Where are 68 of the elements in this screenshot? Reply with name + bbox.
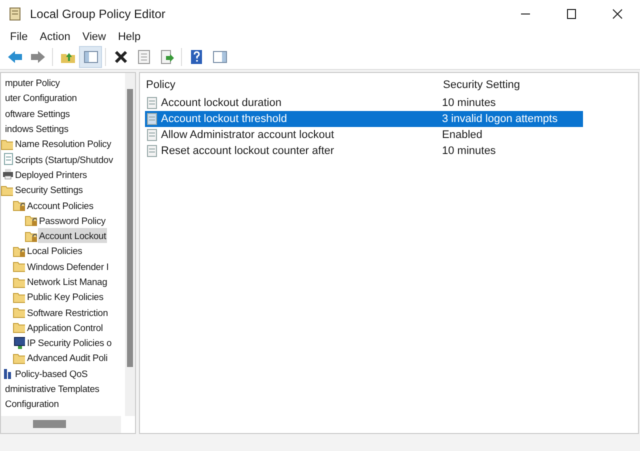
policy-document-icon (145, 112, 159, 126)
tree-item[interactable]: Local Policies (26, 243, 84, 258)
lock-folder-icon (13, 198, 25, 212)
sheet-icon (136, 49, 152, 65)
policy-row[interactable]: Account lockout duration 10 minutes (145, 95, 583, 111)
policy-name: Allow Administrator account lockout (161, 129, 334, 141)
security-setting: 3 invalid logon attempts (442, 113, 559, 125)
policy-row[interactable]: Account lockout threshold 3 invalid logon attempts (145, 111, 583, 127)
tree-item[interactable]: mputer Policy (4, 75, 61, 90)
tree-item[interactable]: Account Lockout (38, 228, 108, 244)
close-icon (612, 9, 622, 19)
scrollbar-thumb[interactable] (33, 420, 66, 428)
tree-item[interactable]: Public Key Policies (26, 289, 104, 304)
menu-item[interactable]: File (4, 30, 34, 42)
tree-item[interactable]: Network List Manag (26, 274, 108, 289)
tree-item[interactable]: Software Restriction (26, 304, 109, 320)
menu-item[interactable]: Help (112, 30, 147, 42)
tree-item[interactable]: Name Resolution Policy (14, 136, 112, 152)
tree-item[interactable]: Policy-based QoS (14, 366, 89, 381)
tree-item[interactable]: Account Policies (26, 198, 94, 213)
monitor-icon (13, 336, 25, 350)
vertical-scrollbar[interactable] (125, 73, 135, 416)
tree-item[interactable]: uter Configuration (4, 90, 78, 106)
policy-name: Reset account lockout counter after (161, 145, 334, 157)
menu-item[interactable]: View (76, 30, 112, 42)
tree-item[interactable]: Windows Defender I (26, 258, 110, 274)
tree-item[interactable]: Advanced Audit Poli (26, 350, 109, 366)
policy-document-icon (145, 144, 159, 158)
window-title: Local Group Policy Editor (30, 7, 166, 21)
delete-icon (112, 49, 128, 65)
policy-document-icon (145, 96, 159, 110)
policy-document-icon (145, 128, 159, 142)
tree-item[interactable]: indows Settings (4, 121, 70, 136)
panel-icon (82, 49, 98, 65)
column-header[interactable]: Policy (140, 79, 437, 91)
export-icon (158, 49, 174, 65)
scrollbar-thumb[interactable] (127, 89, 133, 367)
folder-icon (13, 305, 25, 320)
tree-item[interactable]: Configuration (4, 396, 60, 412)
policy-name: Account lockout threshold (161, 113, 287, 125)
panel-icon (212, 49, 228, 65)
tree-item[interactable]: Password Policy (38, 212, 107, 228)
tree-item[interactable]: oftware Settings (4, 106, 71, 121)
maximize-icon (566, 9, 576, 19)
policy-row[interactable]: Reset account lockout counter after 10 minutes (145, 143, 583, 159)
forward-arrow-icon (30, 49, 46, 65)
horizontal-scrollbar[interactable] (1, 416, 121, 433)
tree-item[interactable]: dministrative Templates (4, 381, 100, 396)
tree-item[interactable]: Deployed Printers (14, 166, 88, 182)
security-setting: 10 minutes (442, 97, 497, 109)
tree-item[interactable]: IP Security Policies o (26, 335, 113, 350)
tree-item[interactable]: Scripts (Startup/Shutdov (14, 152, 114, 167)
policy-name: Account lockout duration (161, 97, 282, 109)
security-setting: 10 minutes (442, 145, 497, 157)
printer-icon (1, 167, 13, 182)
folder-icon (13, 259, 25, 274)
app-icon (8, 7, 22, 21)
folder-icon (13, 320, 25, 334)
lock-folder-icon (25, 213, 37, 228)
security-setting: Enabled (442, 129, 484, 141)
policy-row[interactable]: Allow Administrator account lockout Enabled (145, 127, 583, 143)
column-header[interactable]: Security Setting (437, 79, 638, 91)
help-icon (188, 49, 204, 65)
tree-item[interactable]: Application Control (26, 320, 104, 335)
tree-item[interactable]: Security Settings (14, 182, 84, 198)
menu-item[interactable]: Action (34, 30, 76, 42)
bar-chart-icon (1, 366, 13, 380)
back-arrow-icon (6, 49, 22, 65)
